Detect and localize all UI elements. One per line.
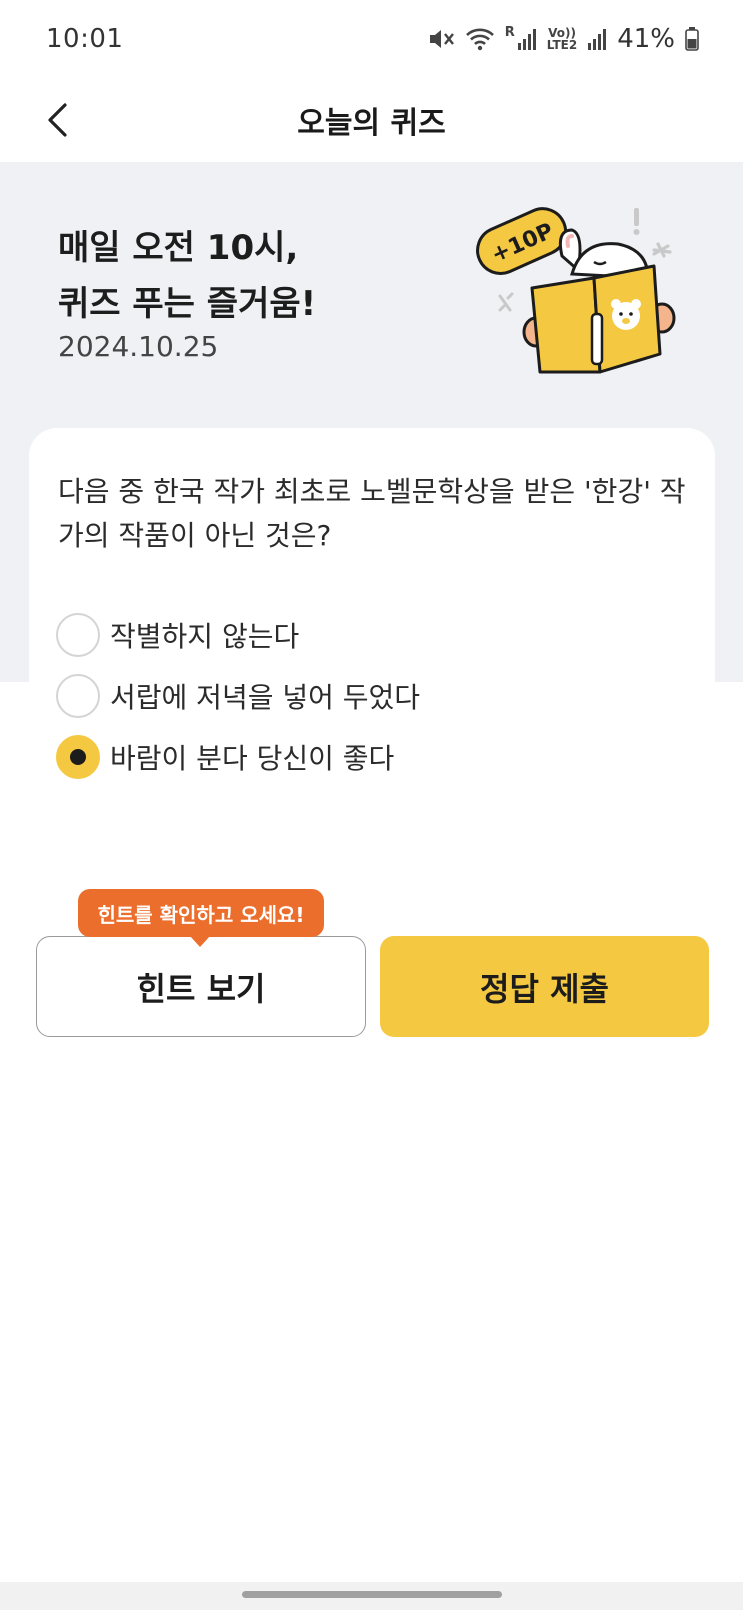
page-title: 오늘의 퀴즈 xyxy=(297,106,446,141)
battery-percent: 41% xyxy=(617,24,675,54)
volte-lte-icon: Vo)) LTE2 xyxy=(547,27,577,51)
status-time: 10:01 xyxy=(46,24,124,54)
submit-answer-button[interactable]: 정답 제출 xyxy=(380,936,709,1037)
home-indicator[interactable] xyxy=(242,1591,502,1598)
quiz-option-2[interactable]: 서랍에 저녁을 넣어 두었다 xyxy=(56,673,420,719)
signal-icon xyxy=(587,27,607,51)
radio-dot xyxy=(70,749,86,765)
rabbit-reading-illustration: +10P xyxy=(476,204,696,384)
signal-roaming-icon: R xyxy=(504,25,537,51)
roaming-label: R xyxy=(504,25,515,40)
status-icons: R Vo)) LTE2 41% xyxy=(427,24,699,54)
hero-title-line1: 매일 오전 10시, xyxy=(58,228,299,268)
hint-button[interactable]: 힌트 보기 xyxy=(36,936,366,1037)
hero-title: 매일 오전 10시, 퀴즈 푸는 즐거움! xyxy=(58,220,316,332)
battery-icon xyxy=(685,27,699,51)
hero-title-line2: 퀴즈 푸는 즐거움! xyxy=(58,284,317,324)
mute-icon xyxy=(427,26,455,52)
quiz-option-1[interactable]: 작별하지 않는다 xyxy=(56,612,299,658)
radio-button-selected[interactable] xyxy=(56,735,100,779)
lte-label: LTE2 xyxy=(546,38,578,52)
radio-button-unselected[interactable] xyxy=(56,613,100,657)
wifi-icon xyxy=(465,26,495,52)
quiz-option-label: 작별하지 않는다 xyxy=(110,620,300,653)
chevron-left-icon xyxy=(48,103,67,137)
status-bar: 10:01 R Vo)) LTE2 41% xyxy=(0,0,743,78)
hint-tooltip: 힌트를 확인하고 오세요! xyxy=(78,889,324,947)
quiz-date: 2024.10.25 xyxy=(58,330,219,363)
top-bar: 오늘의 퀴즈 xyxy=(0,78,743,162)
quiz-option-3[interactable]: 바람이 분다 당신이 좋다 xyxy=(56,734,394,780)
quiz-question: 다음 중 한국 작가 최초로 노벨문학상을 받은 '한강' 작가의 작품이 아닌… xyxy=(58,475,686,552)
quiz-option-label: 서랍에 저녁을 넣어 두었다 xyxy=(110,681,421,714)
radio-button-unselected[interactable] xyxy=(56,674,100,718)
back-button[interactable] xyxy=(30,92,86,148)
quiz-option-label: 바람이 분다 당신이 좋다 xyxy=(110,742,395,775)
